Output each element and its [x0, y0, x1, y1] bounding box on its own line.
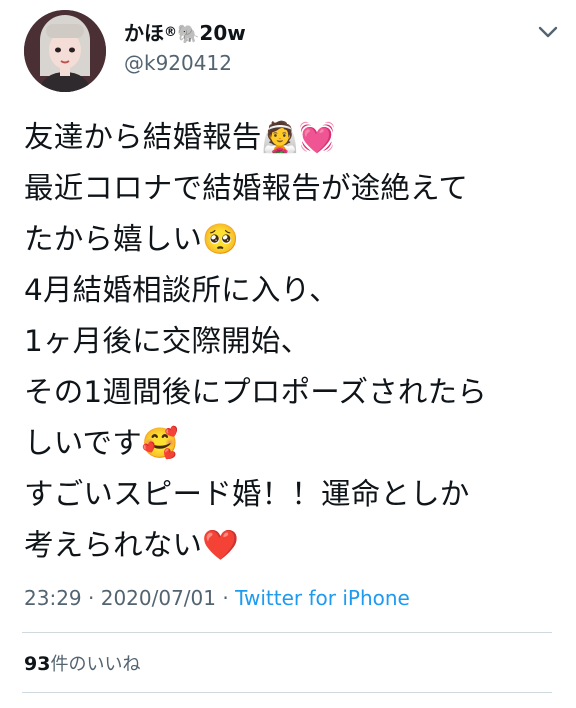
tweet-source-link[interactable]: Twitter for iPhone — [235, 586, 410, 610]
display-name-suffix: 20w — [199, 21, 246, 45]
tweet-line: 4月結婚相談所に入り、 — [24, 273, 339, 307]
divider — [22, 632, 552, 633]
tweet-line: 最近コロナで結婚報告が途絶えて — [24, 171, 469, 205]
likes-count: 93 — [24, 653, 51, 675]
tweet-text: 友達から結婚報告👰💓 最近コロナで結婚報告が途絶えて たから嬉しい🥺 4月結婚相… — [24, 112, 554, 571]
tweet-header: かほ®🐘20w @k920412 — [22, 6, 562, 92]
avatar[interactable] — [24, 10, 106, 92]
more-icon[interactable] — [534, 20, 562, 44]
tweet-line: 1ヶ月後に交際開始、 — [24, 324, 311, 358]
tweet-line: 考えられない❤️ — [24, 528, 240, 562]
chevron-down-icon — [538, 26, 558, 38]
tweet-line: しいです🥰 — [24, 426, 179, 460]
likes-summary[interactable]: 93件のいいね — [24, 650, 140, 676]
meta-separator: · — [216, 586, 236, 610]
avatar-illustration — [24, 10, 106, 92]
elephant-icon: 🐘 — [177, 24, 200, 45]
divider — [22, 692, 552, 693]
user-info[interactable]: かほ®🐘20w @k920412 — [124, 20, 246, 76]
tweet-line: たから嬉しい🥺 — [24, 222, 240, 256]
meta-separator: · — [81, 586, 101, 610]
tweet-time[interactable]: 23:29 — [24, 586, 82, 610]
tweet-date[interactable]: 2020/07/01 — [101, 586, 216, 610]
tweet-line: その1週間後にプロポーズされたら — [24, 375, 487, 409]
tweet-line: すごいスピード婚！！運命としか — [24, 477, 470, 511]
registered-mark: ® — [164, 25, 177, 40]
display-name[interactable]: かほ®🐘20w — [124, 20, 246, 48]
tweet-meta: 23:29 · 2020/07/01 · Twitter for iPhone — [24, 586, 410, 610]
display-name-text: かほ — [124, 21, 164, 45]
user-handle[interactable]: @k920412 — [124, 50, 246, 76]
likes-label: 件のいいね — [50, 654, 141, 675]
tweet-line: 友達から結婚報告👰💓 — [24, 120, 336, 154]
